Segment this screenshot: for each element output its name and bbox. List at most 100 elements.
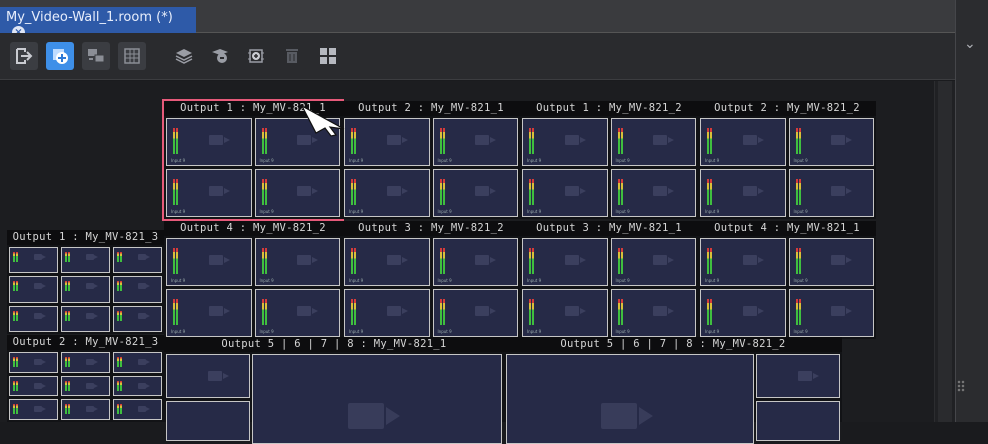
output-grid: Input 9 Input 9 Input 9 Input 9 <box>342 236 520 339</box>
trash-button[interactable] <box>278 42 306 70</box>
panel-header: ⌄ <box>956 33 988 57</box>
output-title: Output 1 : My_MV-821_3 <box>7 230 164 245</box>
video-cell[interactable]: Input 9 <box>432 169 518 217</box>
video-cell[interactable]: Input 9 <box>166 289 252 337</box>
video-camera-icon <box>85 254 98 260</box>
video-cell[interactable] <box>113 375 162 397</box>
video-cell[interactable] <box>166 354 250 398</box>
video-cell[interactable] <box>113 399 162 420</box>
video-cell[interactable] <box>113 247 162 274</box>
cell-label: Input 9 <box>705 209 720 214</box>
audio-meter <box>13 357 18 367</box>
output-block[interactable]: Output 2 : My_MV-821_1 Input 9 Input 9 Inpu… <box>342 101 520 219</box>
video-cell[interactable] <box>9 305 58 332</box>
video-cell[interactable]: Input 9 <box>432 118 518 166</box>
cell-label: Input 9 <box>793 209 808 214</box>
video-camera-icon <box>742 255 764 265</box>
video-cell[interactable] <box>166 401 250 441</box>
vertical-scrollbar[interactable] <box>934 81 955 422</box>
video-cell[interactable] <box>61 305 110 332</box>
video-cell[interactable] <box>61 247 110 274</box>
chevron-down-icon[interactable]: ⌄ <box>964 36 976 52</box>
video-cell[interactable]: Input 9 <box>344 169 430 217</box>
video-cell[interactable]: Input 9 <box>788 169 874 217</box>
video-cell[interactable]: Input 9 <box>254 238 340 286</box>
media-button[interactable] <box>206 42 234 70</box>
drag-handle-icon[interactable] <box>957 380 965 392</box>
video-cell[interactable]: Input 9 <box>610 118 696 166</box>
video-cell[interactable]: Input 9 <box>610 238 696 286</box>
video-camera-icon <box>208 135 230 145</box>
video-cell[interactable] <box>113 352 162 373</box>
mouse-cursor-icon <box>300 104 345 137</box>
video-cell[interactable]: Input 9 <box>522 238 608 286</box>
video-cell[interactable]: Input 9 <box>166 169 252 217</box>
video-cell[interactable]: Input 9 <box>700 118 786 166</box>
video-cell[interactable]: Input 9 <box>432 289 518 337</box>
video-cell[interactable] <box>9 375 58 397</box>
video-cell[interactable] <box>756 354 840 398</box>
video-cell[interactable]: Input 9 <box>344 238 430 286</box>
output-block[interactable]: Output 3 : My_MV-821_1 Input 9 Input 9 Inpu… <box>520 221 698 339</box>
large-video-cell[interactable] <box>506 354 754 444</box>
video-camera-icon <box>742 135 764 145</box>
video-camera-icon <box>85 382 98 389</box>
output-block[interactable]: Output 1 : My_MV-821_2 Input 9 Input 9 Inpu… <box>520 101 698 219</box>
video-cell[interactable]: Input 9 <box>610 289 696 337</box>
audio-meter <box>117 310 122 321</box>
grid-button[interactable] <box>118 42 146 70</box>
audio-meter <box>261 248 267 274</box>
output-block[interactable]: Output 4 : My_MV-821_2 Input 9 Input 9 Inpu… <box>164 221 342 339</box>
video-cell[interactable]: Input 9 <box>522 118 608 166</box>
audio-meter <box>795 128 801 154</box>
room-tab[interactable]: My_Video-Wall_1.room (*)× <box>0 7 196 39</box>
audio-meter <box>65 404 70 415</box>
video-cell[interactable] <box>113 305 162 332</box>
video-cell[interactable] <box>9 247 58 274</box>
output-block[interactable]: Output 1 : My_MV-821_3 <box>7 230 164 334</box>
video-cell[interactable] <box>9 352 58 373</box>
dual-screen-icon <box>88 49 105 63</box>
video-cell[interactable]: Input 9 <box>432 238 518 286</box>
output-block[interactable]: Output 2 : My_MV-821_3 <box>7 335 164 422</box>
output-block[interactable]: Output 2 : My_MV-821_2 Input 9 Input 9 Inpu… <box>698 101 876 219</box>
video-cell[interactable] <box>756 401 840 441</box>
output-block[interactable]: Output 3 : My_MV-821_2 Input 9 Input 9 Inpu… <box>342 221 520 339</box>
video-cell[interactable] <box>9 399 58 420</box>
add-monitor-button[interactable] <box>242 42 270 70</box>
video-cell[interactable]: Input 9 <box>788 238 874 286</box>
layers-button[interactable] <box>170 42 198 70</box>
video-camera-icon <box>33 312 46 319</box>
output-block[interactable]: Output 4 : My_MV-821_1 Input 9 Input 9 Inpu… <box>698 221 876 339</box>
video-cell[interactable]: Input 9 <box>522 169 608 217</box>
video-cell[interactable]: Input 9 <box>610 169 696 217</box>
video-cell[interactable]: Input 9 <box>254 289 340 337</box>
video-cell[interactable]: Input 9 <box>700 238 786 286</box>
video-camera-icon <box>653 255 675 265</box>
video-camera-icon <box>653 186 675 196</box>
video-cell[interactable]: Input 9 <box>166 118 252 166</box>
video-cell[interactable] <box>61 352 110 373</box>
output-block[interactable]: Output 5 | 6 | 7 | 8 : My_MV-821_2 <box>504 337 842 444</box>
exit-button[interactable] <box>10 42 38 70</box>
video-cell[interactable] <box>61 375 110 397</box>
output-block[interactable]: Output 5 | 6 | 7 | 8 : My_MV-821_1 <box>164 337 504 444</box>
video-cell[interactable] <box>9 276 58 303</box>
video-cell[interactable]: Input 9 <box>344 118 430 166</box>
video-cell[interactable]: Input 9 <box>166 238 252 286</box>
video-cell[interactable]: Input 9 <box>788 118 874 166</box>
video-cell[interactable] <box>61 399 110 420</box>
video-cell[interactable] <box>61 276 110 303</box>
video-cell[interactable]: Input 9 <box>344 289 430 337</box>
dual-screen-button[interactable] <box>82 42 110 70</box>
video-cell[interactable]: Input 9 <box>522 289 608 337</box>
video-cell[interactable] <box>113 276 162 303</box>
video-cell[interactable]: Input 9 <box>254 169 340 217</box>
video-cell[interactable]: Input 9 <box>700 169 786 217</box>
scrollbar-thumb[interactable] <box>938 81 952 422</box>
video-cell[interactable]: Input 9 <box>700 289 786 337</box>
add-layer-button[interactable] <box>46 42 74 70</box>
large-video-cell[interactable] <box>252 354 502 444</box>
video-cell[interactable]: Input 9 <box>788 289 874 337</box>
tiles-button[interactable] <box>314 42 342 70</box>
